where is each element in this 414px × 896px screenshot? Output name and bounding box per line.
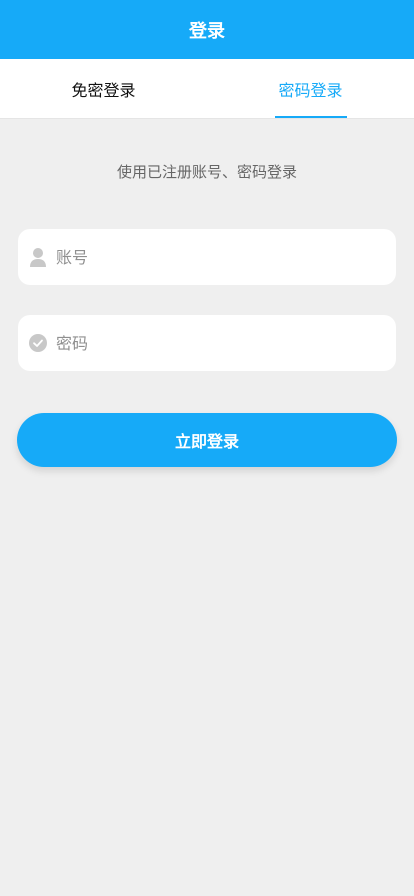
account-field[interactable]: [18, 229, 396, 285]
account-input[interactable]: [56, 247, 356, 267]
header-bar: 登录: [0, 0, 414, 59]
tab-password-login[interactable]: 密码登录: [207, 59, 414, 118]
tab-passwordless-login[interactable]: 免密登录: [0, 59, 207, 118]
page-title: 登录: [189, 20, 225, 42]
tab-passwordless-login-label: 免密登录: [71, 80, 136, 100]
password-field[interactable]: [18, 315, 396, 371]
tab-password-login-label: 密码登录: [278, 80, 343, 100]
login-button[interactable]: 立即登录: [17, 413, 397, 467]
user-icon: [28, 247, 48, 267]
check-circle-icon: [28, 333, 48, 353]
login-tabs: 免密登录 密码登录: [0, 59, 414, 119]
login-hint: 使用已注册账号、密码登录: [116, 163, 297, 181]
password-input[interactable]: [56, 333, 356, 353]
